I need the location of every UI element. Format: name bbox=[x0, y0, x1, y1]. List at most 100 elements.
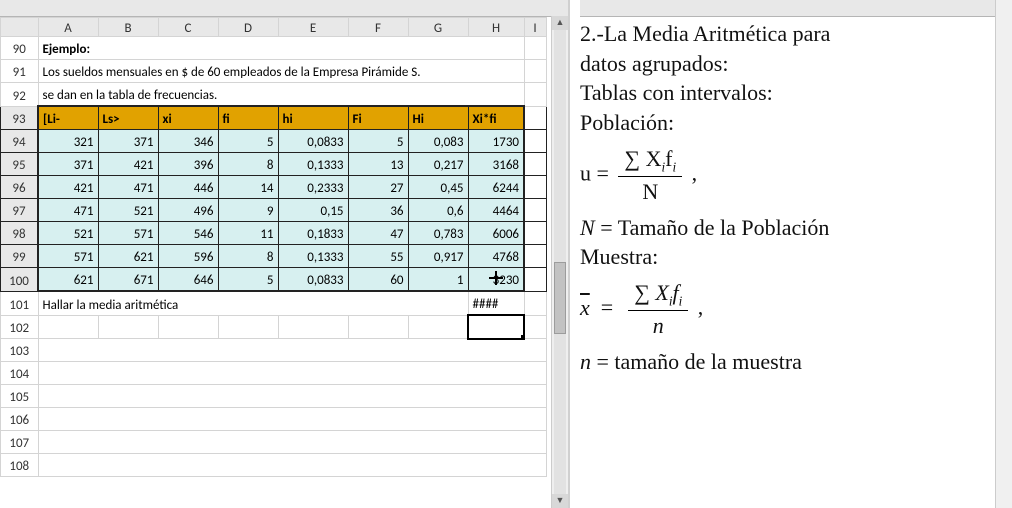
cell[interactable] bbox=[408, 315, 468, 339]
active-cell[interactable] bbox=[468, 315, 524, 339]
cell[interactable]: 646 bbox=[158, 268, 218, 292]
cell[interactable]: 3230 bbox=[468, 268, 524, 292]
cell[interactable]: 0,15 bbox=[278, 199, 348, 222]
cell[interactable] bbox=[218, 315, 278, 339]
doc-ruler[interactable] bbox=[580, 0, 1002, 17]
cell[interactable]: 8 bbox=[218, 245, 278, 268]
cell[interactable] bbox=[524, 60, 546, 83]
col-B[interactable]: B bbox=[98, 18, 158, 37]
cell[interactable]: 0,1833 bbox=[278, 222, 348, 245]
cell[interactable] bbox=[524, 176, 546, 199]
cell[interactable]: Ls> bbox=[98, 106, 158, 130]
cell[interactable] bbox=[158, 315, 218, 339]
table-row[interactable]: 107 bbox=[1, 431, 547, 454]
row-header[interactable]: 92 bbox=[1, 83, 39, 107]
row-header[interactable]: 105 bbox=[1, 385, 39, 408]
cell[interactable]: 55 bbox=[348, 245, 408, 268]
cell[interactable]: 0,0833 bbox=[278, 130, 348, 153]
cell[interactable]: 571 bbox=[38, 245, 98, 268]
cell[interactable] bbox=[524, 268, 546, 292]
cell[interactable]: 5 bbox=[218, 268, 278, 292]
cell[interactable] bbox=[38, 408, 546, 431]
cell[interactable]: 371 bbox=[98, 130, 158, 153]
cell[interactable] bbox=[524, 245, 546, 268]
row-header[interactable]: 106 bbox=[1, 408, 39, 431]
cell[interactable] bbox=[38, 315, 98, 339]
col-I[interactable]: I bbox=[524, 18, 546, 37]
cell[interactable]: 496 bbox=[158, 199, 218, 222]
cell[interactable]: 621 bbox=[98, 245, 158, 268]
cell[interactable]: xi bbox=[158, 106, 218, 130]
table-row[interactable]: 103 bbox=[1, 339, 547, 362]
col-F[interactable]: F bbox=[348, 18, 408, 37]
scroll-track[interactable] bbox=[554, 30, 566, 494]
cell[interactable] bbox=[524, 291, 546, 315]
cell[interactable]: 421 bbox=[38, 176, 98, 199]
cell[interactable] bbox=[38, 454, 546, 477]
cell[interactable]: 36 bbox=[348, 199, 408, 222]
cell[interactable]: 8 bbox=[218, 153, 278, 176]
col-H[interactable]: H bbox=[468, 18, 524, 37]
cell[interactable]: 3168 bbox=[468, 153, 524, 176]
table-row[interactable]: 104 bbox=[1, 362, 547, 385]
cell[interactable] bbox=[348, 315, 408, 339]
cell[interactable]: 0,2333 bbox=[278, 176, 348, 199]
cell[interactable]: 546 bbox=[158, 222, 218, 245]
vertical-scrollbar[interactable]: ▲ ▼ bbox=[551, 16, 568, 508]
cell[interactable] bbox=[38, 431, 546, 454]
cell[interactable]: 4768 bbox=[468, 245, 524, 268]
cell[interactable]: Xi*fi bbox=[468, 106, 524, 130]
cell[interactable]: 471 bbox=[38, 199, 98, 222]
cell[interactable] bbox=[524, 199, 546, 222]
cell[interactable]: hi bbox=[278, 106, 348, 130]
cell[interactable]: 6244 bbox=[468, 176, 524, 199]
spreadsheet-grid[interactable]: A B C D E F G H I 90 Ejemplo: 91 Los sue… bbox=[0, 17, 547, 477]
table-row[interactable]: 90 Ejemplo: bbox=[1, 37, 547, 60]
cell[interactable] bbox=[524, 130, 546, 153]
cell[interactable]: se dan en la tabla de frecuencias. bbox=[38, 83, 524, 107]
col-G[interactable]: G bbox=[408, 18, 468, 37]
cell[interactable]: 446 bbox=[158, 176, 218, 199]
cell[interactable]: fi bbox=[218, 106, 278, 130]
cell[interactable]: 9 bbox=[218, 199, 278, 222]
cell[interactable]: 0,0833 bbox=[278, 268, 348, 292]
cell[interactable]: Los sueldos mensuales en $ de 60 emplead… bbox=[38, 60, 524, 83]
cell[interactable] bbox=[524, 222, 546, 245]
cell[interactable] bbox=[38, 362, 546, 385]
cell[interactable]: 471 bbox=[98, 176, 158, 199]
table-row[interactable]: 102 bbox=[1, 315, 547, 339]
cell[interactable]: [Li- bbox=[38, 106, 98, 130]
table-row[interactable]: 100 621 671 646 5 0,0833 60 1 3230 bbox=[1, 268, 547, 292]
cell[interactable]: Ejemplo: bbox=[38, 37, 524, 60]
cell[interactable]: Hallar la media aritmética bbox=[38, 291, 468, 315]
table-row[interactable]: 105 bbox=[1, 385, 547, 408]
table-row[interactable]: 98 521 571 546 11 0,1833 47 0,783 6006 bbox=[1, 222, 547, 245]
row-header[interactable]: 104 bbox=[1, 362, 39, 385]
cell[interactable]: 0,1333 bbox=[278, 153, 348, 176]
cell[interactable]: 1 bbox=[408, 268, 468, 292]
row-header[interactable]: 95 bbox=[1, 153, 39, 176]
cell[interactable]: 5 bbox=[218, 130, 278, 153]
cell[interactable]: 521 bbox=[38, 222, 98, 245]
cell[interactable]: Hi bbox=[408, 106, 468, 130]
doc-scrollbar[interactable] bbox=[995, 0, 1012, 508]
cell[interactable]: Fi bbox=[348, 106, 408, 130]
row-header[interactable]: 99 bbox=[1, 245, 39, 268]
table-row[interactable]: 92 se dan en la tabla de frecuencias. bbox=[1, 83, 547, 107]
cell[interactable]: 0,083 bbox=[408, 130, 468, 153]
table-row[interactable]: 99 571 621 596 8 0,1333 55 0,917 4768 bbox=[1, 245, 547, 268]
cell[interactable]: 421 bbox=[98, 153, 158, 176]
cell[interactable]: 0,1333 bbox=[278, 245, 348, 268]
row-header[interactable]: 103 bbox=[1, 339, 39, 362]
table-row[interactable]: 96 421 471 446 14 0,2333 27 0,45 6244 bbox=[1, 176, 547, 199]
cell[interactable]: 0,217 bbox=[408, 153, 468, 176]
cell[interactable] bbox=[524, 37, 546, 60]
cell[interactable]: 60 bbox=[348, 268, 408, 292]
cell[interactable]: 396 bbox=[158, 153, 218, 176]
cell[interactable] bbox=[98, 315, 158, 339]
cell[interactable]: 621 bbox=[38, 268, 98, 292]
cell[interactable]: 6006 bbox=[468, 222, 524, 245]
cell[interactable]: 27 bbox=[348, 176, 408, 199]
table-row[interactable]: 106 bbox=[1, 408, 547, 431]
row-header[interactable]: 93 bbox=[1, 106, 39, 130]
